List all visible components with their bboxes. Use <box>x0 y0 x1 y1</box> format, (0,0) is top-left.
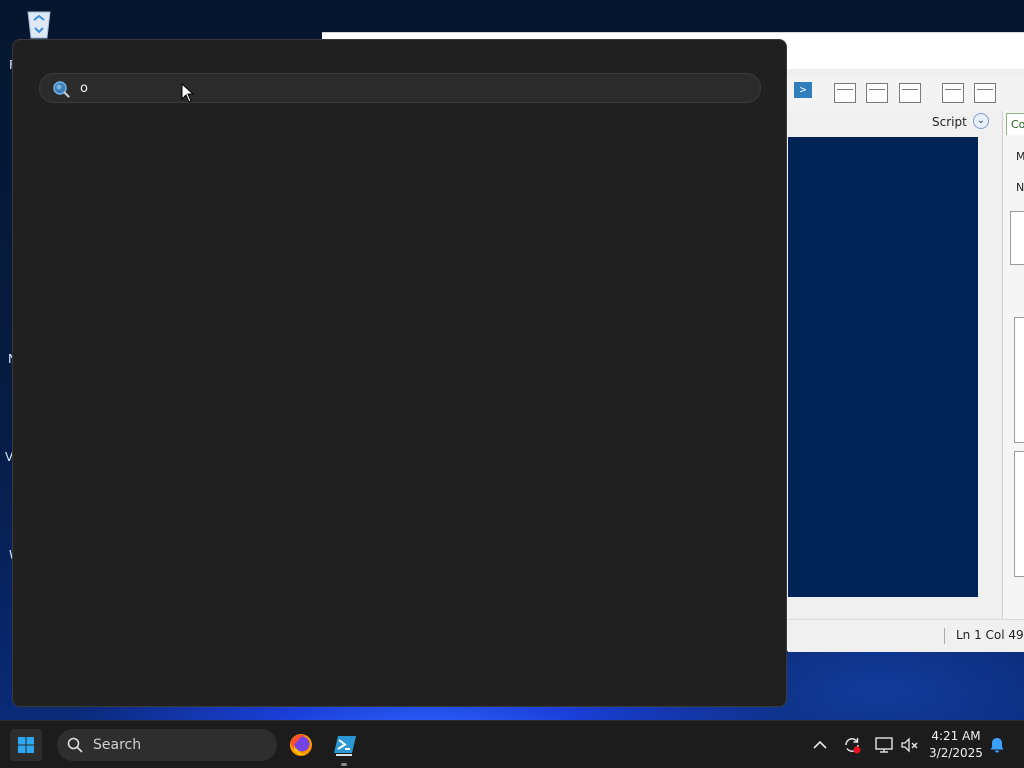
show-script-top-button[interactable] <box>834 83 856 103</box>
active-app-indicator <box>341 763 347 766</box>
firefox-icon[interactable] <box>285 729 317 761</box>
commands-list[interactable] <box>1014 317 1024 443</box>
search-input[interactable] <box>80 77 740 99</box>
horizontal-scrollbar[interactable] <box>788 597 978 613</box>
chevron-up-icon[interactable] <box>810 735 830 755</box>
chevron-down-icon[interactable]: ⌄ <box>973 113 989 129</box>
commands-field-label: M <box>1016 150 1024 163</box>
commands-name-field[interactable] <box>1010 211 1024 265</box>
commands-field-label: N <box>1016 181 1024 194</box>
powershell-prompt-icon[interactable]: > <box>794 82 812 98</box>
clock-time: 4:21 AM <box>931 729 981 743</box>
notification-bell-icon[interactable] <box>987 735 1007 755</box>
show-command-addon-button[interactable] <box>974 83 996 103</box>
sync-alert-icon[interactable] <box>842 735 862 755</box>
script-pane-label: Script <box>932 115 967 129</box>
commands-parameters[interactable] <box>1014 451 1024 577</box>
network-icon[interactable] <box>874 735 894 755</box>
recycle-bin-icon[interactable] <box>20 8 58 40</box>
clock-date: 3/2/2025 <box>929 746 983 760</box>
script-editor-pane[interactable] <box>788 137 978 597</box>
show-command-window-button[interactable] <box>942 83 964 103</box>
taskbar-search-label: Search <box>93 737 142 753</box>
vertical-scrollbar[interactable] <box>978 137 996 613</box>
search-icon <box>67 737 83 753</box>
windows-logo-icon <box>18 737 34 753</box>
taskbar: Search 4:21 AM 3/2/2025 <box>0 720 1024 768</box>
mouse-pointer-icon <box>181 83 195 103</box>
search-flyout <box>12 39 787 707</box>
cursor-position: Ln 1 Col 49 <box>956 628 1024 642</box>
show-script-maximized-button[interactable] <box>899 83 921 103</box>
volume-muted-icon[interactable] <box>900 735 920 755</box>
search-box[interactable] <box>39 73 761 103</box>
status-bar: Ln 1 Col 49 <box>788 619 1024 652</box>
start-button[interactable] <box>10 729 42 761</box>
search-icon <box>53 81 70 98</box>
clock[interactable]: 4:21 AM 3/2/2025 <box>924 728 988 762</box>
tab-commands[interactable]: Co <box>1006 113 1024 135</box>
powershell-ise-icon[interactable] <box>329 729 361 761</box>
status-divider <box>944 628 945 644</box>
taskbar-search-box[interactable]: Search <box>57 729 277 761</box>
show-script-right-button[interactable] <box>866 83 888 103</box>
